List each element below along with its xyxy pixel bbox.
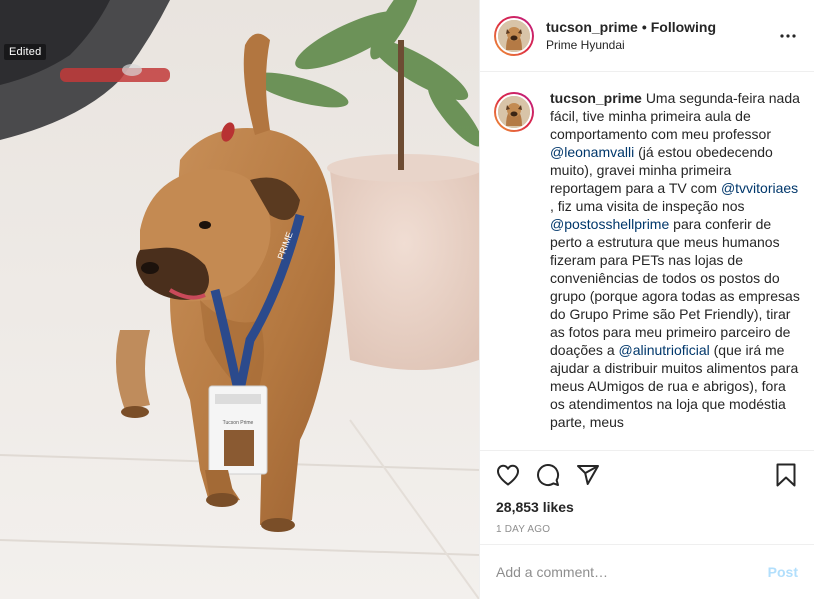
location-link[interactable]: Prime Hyundai <box>546 38 776 52</box>
caption-row: tucson_prime Uma segunda-feira nada fácil… <box>494 89 800 431</box>
bookmark-icon[interactable] <box>774 463 798 487</box>
avatar[interactable] <box>494 15 534 56</box>
share-icon[interactable] <box>576 463 600 487</box>
likes-count[interactable]: 28,853 likes <box>496 499 798 515</box>
post-button[interactable]: Post <box>768 564 798 580</box>
post-header: tucson_prime • Following Prime Hyundai <box>480 0 814 72</box>
heart-icon[interactable] <box>496 463 520 487</box>
caption-text: tucson_prime Uma segunda-feira nada fácil… <box>550 89 800 431</box>
edited-badge: Edited <box>4 44 47 60</box>
mention-link[interactable]: @alinutrioficial <box>619 342 710 358</box>
header-separator: • <box>641 19 647 35</box>
add-comment-bar: Post <box>480 544 814 599</box>
badge-name: Tucson Prime <box>223 420 254 426</box>
comment-icon[interactable] <box>536 463 560 487</box>
header-username[interactable]: tucson_prime <box>546 19 638 35</box>
header-text: tucson_prime • Following Prime Hyundai <box>546 19 776 52</box>
caption-username[interactable]: tucson_prime <box>550 90 642 106</box>
comment-input[interactable] <box>496 564 768 580</box>
post-photo[interactable]: PRIME Tucson Prime Edited <box>0 0 479 599</box>
more-horizontal-icon[interactable] <box>776 24 800 48</box>
post-side-panel: tucson_prime • Following Prime Hyundai t… <box>479 0 814 599</box>
mention-link[interactable]: @tvvitoriaes <box>721 180 798 196</box>
mention-link[interactable]: @postosshellprime <box>550 216 669 232</box>
post-actions: 28,853 likes 1 DAY AGO <box>480 450 814 544</box>
post-timestamp[interactable]: 1 DAY AGO <box>496 524 798 535</box>
comments-area[interactable]: tucson_prime Uma segunda-feira nada fácil… <box>480 73 814 450</box>
action-icon-row <box>496 451 798 499</box>
caption-avatar[interactable] <box>494 92 534 132</box>
header-line: tucson_prime • Following <box>546 19 776 35</box>
mention-link[interactable]: @leonamvalli <box>550 144 634 160</box>
caption-seg-6: para conferir de perto a estrutura que m… <box>550 216 800 358</box>
caption-seg-4: , fiz uma visita de inspeção nos <box>550 198 745 214</box>
following-button[interactable]: Following <box>651 19 716 35</box>
caption-avatar-image <box>496 94 532 130</box>
dog-photo-illustration: PRIME Tucson Prime <box>0 0 479 599</box>
avatar-image <box>496 17 532 54</box>
